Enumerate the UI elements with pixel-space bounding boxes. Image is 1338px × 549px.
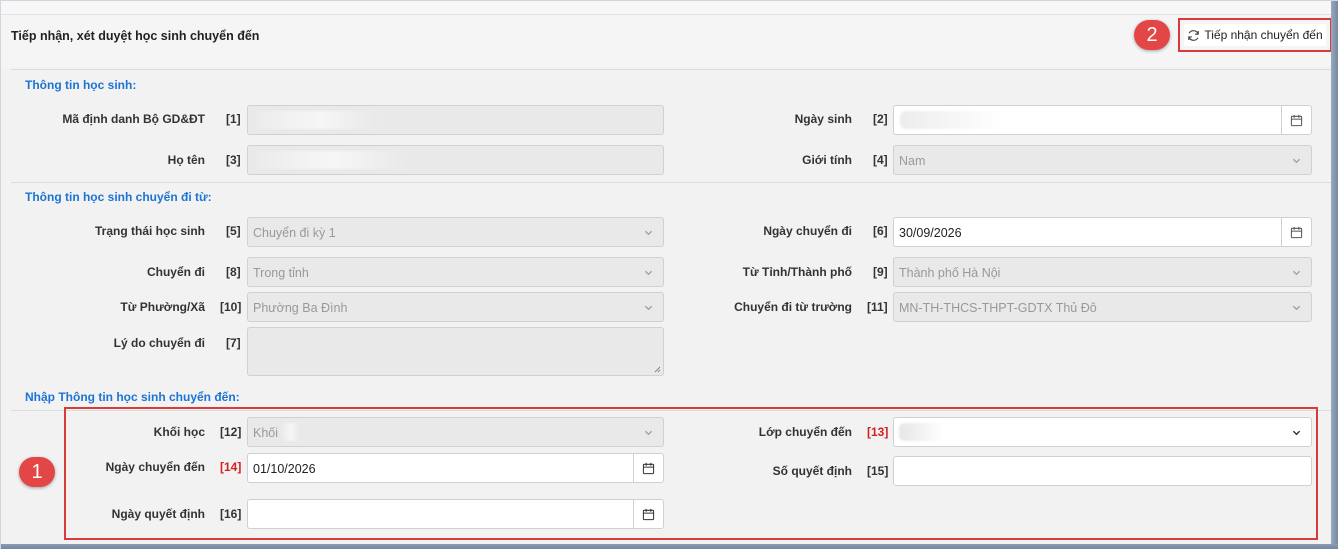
num-8: [8] xyxy=(226,265,241,279)
calendar-button[interactable] xyxy=(1281,106,1311,134)
num-1: [1] xyxy=(226,112,241,126)
trang-thai-select[interactable]: Chuyển đi kỳ 1 xyxy=(247,217,664,247)
chevron-down-icon xyxy=(644,305,653,311)
redacted-value xyxy=(256,111,381,129)
callout-badge-2: 2 xyxy=(1134,20,1170,50)
gioi-tinh-value: Nam xyxy=(899,154,926,168)
tu-tinh-value: Thành phố Hà Nội xyxy=(899,266,1001,280)
ngay-chuyen-di-value: 30/09/2026 xyxy=(899,226,962,240)
label-ly-do: Lý do chuyển đi xyxy=(113,336,205,350)
page-title: Tiếp nhận, xét duyệt học sinh chuyển đến xyxy=(11,29,260,43)
redacted-value xyxy=(256,151,411,169)
ngay-chuyen-di-field[interactable]: 30/09/2026 xyxy=(893,217,1312,247)
chevron-down-icon xyxy=(1292,305,1301,311)
accept-transfer-label: Tiếp nhận chuyển đến xyxy=(1204,28,1323,42)
chevron-down-icon xyxy=(644,230,653,236)
num-10: [10] xyxy=(220,300,242,314)
chuyen-di-value: Trong tỉnh xyxy=(253,266,309,280)
section-divider-from xyxy=(11,182,1331,183)
tu-phuong-value: Phường Ba Đình xyxy=(253,301,348,315)
num-4: [4] xyxy=(873,153,888,167)
section-title-from: Thông tin học sinh chuyển đi từ: xyxy=(25,190,212,204)
label-trang-thai: Trạng thái học sinh xyxy=(94,224,205,238)
chevron-down-icon xyxy=(1292,270,1301,276)
label-ngay-sinh: Ngày sinh xyxy=(794,112,852,126)
input-section-highlight xyxy=(64,407,1318,540)
num-9: [9] xyxy=(873,265,888,279)
section-divider-student xyxy=(11,69,1331,70)
resize-handle-icon[interactable] xyxy=(653,365,661,373)
calendar-button[interactable] xyxy=(1281,218,1311,246)
label-ma-dinh-danh: Mã định danh Bộ GD&ĐT xyxy=(62,112,205,126)
refresh-icon xyxy=(1188,29,1200,41)
num-5: [5] xyxy=(226,224,241,238)
chevron-down-icon xyxy=(644,270,653,276)
section-title-to: Nhập Thông tin học sinh chuyển đến: xyxy=(25,390,240,404)
label-ho-ten: Họ tên xyxy=(167,153,205,167)
num-11: [11] xyxy=(867,300,888,314)
top-strip xyxy=(1,1,1331,15)
section-title-student: Thông tin học sinh: xyxy=(25,78,137,92)
tu-tinh-select[interactable]: Thành phố Hà Nội xyxy=(893,257,1312,287)
gioi-tinh-select[interactable]: Nam xyxy=(893,145,1312,175)
accept-transfer-button[interactable]: Tiếp nhận chuyển đến xyxy=(1184,24,1326,46)
callout-badge-1: 1 xyxy=(19,457,55,487)
num-2: [2] xyxy=(873,112,888,126)
ngay-sinh-field[interactable] xyxy=(893,105,1312,135)
chuyen-di-select[interactable]: Trong tỉnh xyxy=(247,257,664,287)
num-7: [7] xyxy=(226,336,241,350)
label-tu-truong: Chuyển đi từ trường xyxy=(734,300,852,314)
ho-ten-field[interactable] xyxy=(247,145,664,175)
tu-truong-select[interactable]: MN-TH-THCS-THPT-GDTX Thủ Đô xyxy=(893,292,1312,322)
label-gioi-tinh: Giới tính xyxy=(802,153,852,167)
redacted-value xyxy=(900,111,1005,129)
label-tu-phuong: Từ Phường/Xã xyxy=(120,300,205,314)
trang-thai-value: Chuyển đi kỳ 1 xyxy=(253,226,336,240)
tu-phuong-select[interactable]: Phường Ba Đình xyxy=(247,292,664,322)
num-3: [3] xyxy=(226,153,241,167)
label-tu-tinh: Từ Tỉnh/Thành phố xyxy=(742,265,852,279)
calendar-icon xyxy=(1290,114,1303,126)
window-shadow-right xyxy=(1331,1,1338,549)
window-frame: Tiếp nhận, xét duyệt học sinh chuyển đến… xyxy=(0,0,1338,549)
window-shadow-bottom xyxy=(1,544,1338,549)
calendar-icon xyxy=(1290,226,1303,238)
label-chuyen-di: Chuyển đi xyxy=(146,265,205,279)
num-6: [6] xyxy=(873,224,888,238)
ly-do-textarea[interactable] xyxy=(247,327,664,376)
accept-button-highlight: Tiếp nhận chuyển đến xyxy=(1178,18,1332,52)
label-ngay-chuyen-di: Ngày chuyển đi xyxy=(763,224,852,238)
ma-dinh-danh-field[interactable] xyxy=(247,105,664,135)
chevron-down-icon xyxy=(1292,158,1301,164)
page-header: Tiếp nhận, xét duyệt học sinh chuyển đến xyxy=(1,15,1331,67)
tu-truong-value: MN-TH-THCS-THPT-GDTX Thủ Đô xyxy=(899,301,1097,315)
